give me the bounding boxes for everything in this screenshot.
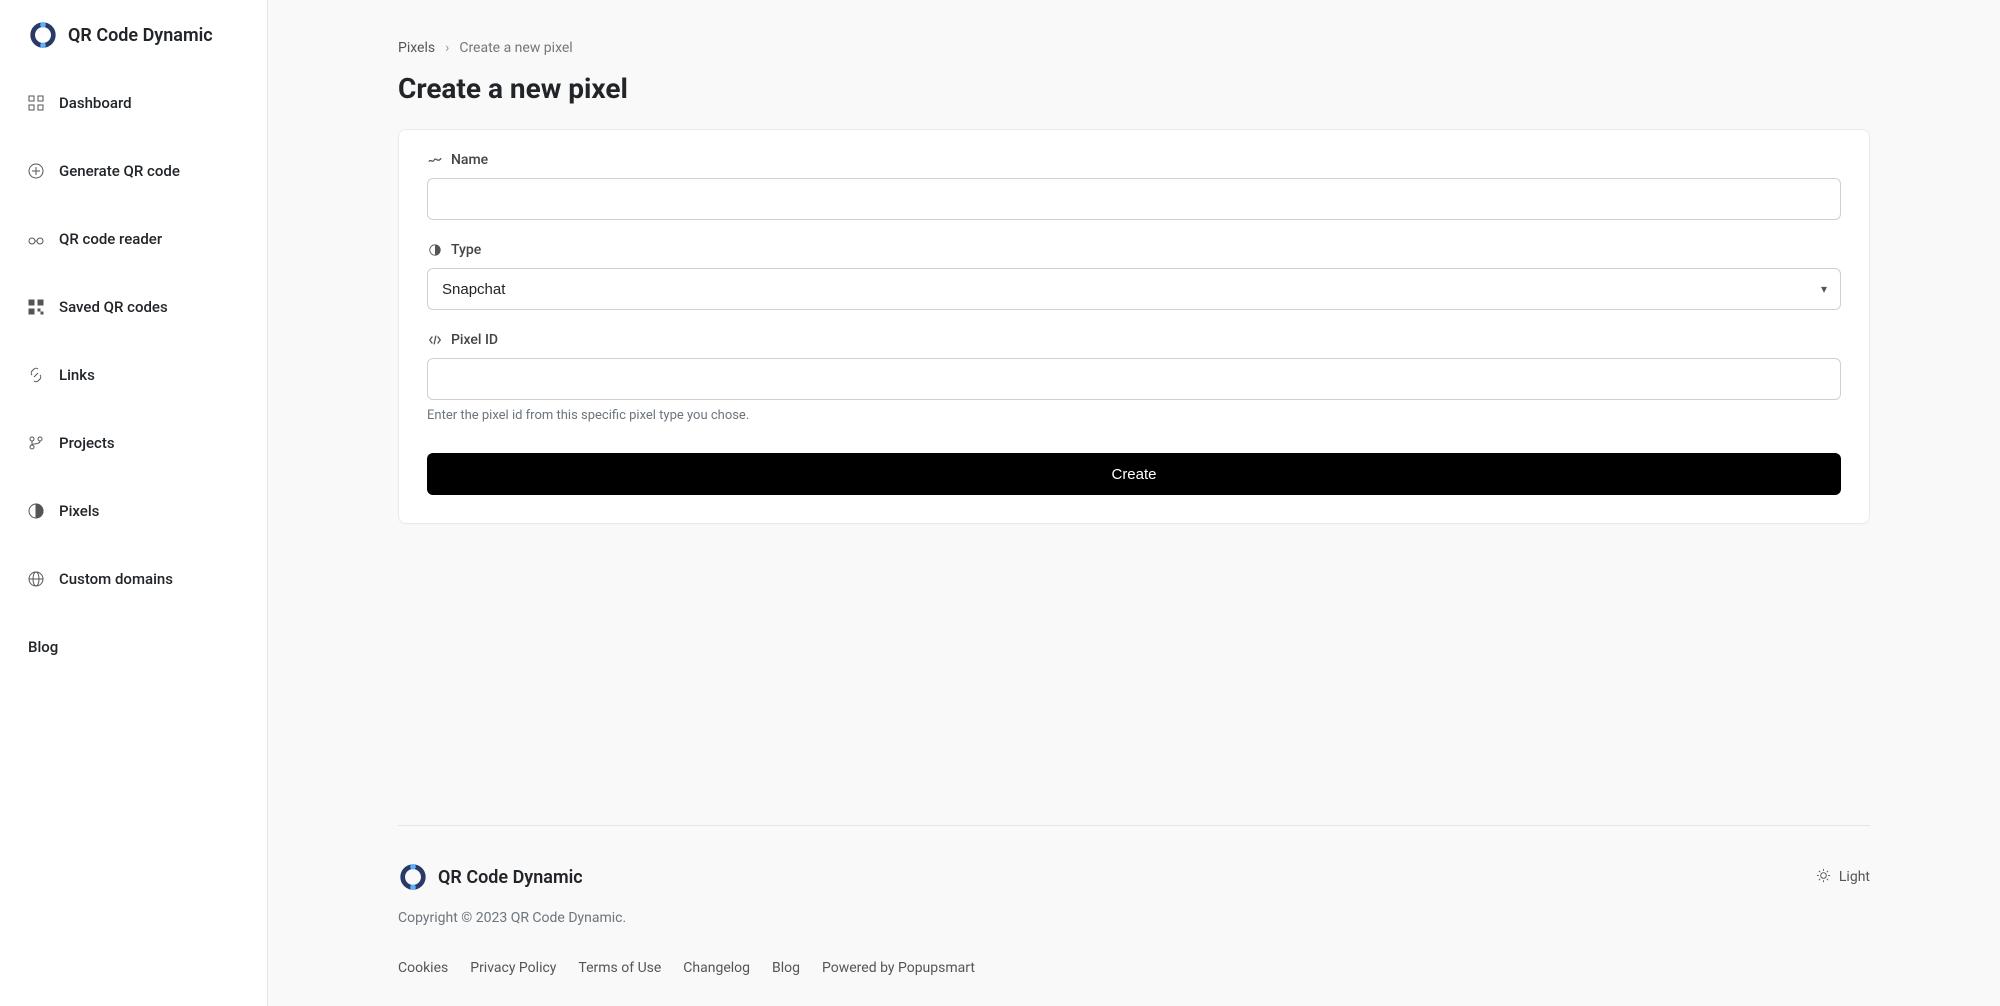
footer-link-cookies[interactable]: Cookies [398,960,448,976]
logo-icon [28,20,58,50]
form-card: Name Type Snapchat ▾ [398,129,1870,524]
page-title: Create a new pixel [398,72,1870,105]
sidebar-item-label: Custom domains [59,570,173,588]
half-circle-icon [427,242,443,258]
label-text: Type [451,242,481,258]
chevron-right-icon: › [445,40,449,56]
logo-icon [398,862,428,892]
sidebar-item-label: Dashboard [59,94,132,112]
link-icon [28,367,44,383]
footer-link-changelog[interactable]: Changelog [683,960,750,976]
main-content: Pixels › Create a new pixel Create a new… [268,0,2000,1006]
name-group: Name [427,152,1841,220]
footer-link-blog[interactable]: Blog [772,960,800,976]
type-label: Type [427,242,1841,258]
footer-logo-text: QR Code Dynamic [438,867,583,888]
sidebar-item-generate-qr[interactable]: Generate QR code [16,148,251,194]
label-text: Name [451,152,488,168]
sidebar-item-projects[interactable]: Projects [16,420,251,466]
half-circle-icon [28,503,44,519]
sidebar-item-label: Generate QR code [59,162,180,180]
theme-toggle[interactable]: Light [1816,868,1870,887]
sidebar-item-label: Saved QR codes [59,298,168,316]
breadcrumb-parent[interactable]: Pixels [398,40,435,56]
logo-text: QR Code Dynamic [68,25,213,46]
sidebar-item-dashboard[interactable]: Dashboard [16,80,251,126]
name-label: Name [427,152,1841,168]
signature-icon [427,152,443,168]
pixel-id-input[interactable] [427,358,1841,400]
qr-icon [28,299,44,315]
pixel-id-group: Pixel ID Enter the pixel id from this sp… [427,332,1841,423]
footer-logo[interactable]: QR Code Dynamic [398,862,583,892]
type-select-wrap: Snapchat ▾ [427,268,1841,310]
glasses-icon [28,231,44,247]
branch-icon [28,435,44,451]
sidebar-item-qr-reader[interactable]: QR code reader [16,216,251,262]
footer-links: Cookies Privacy Policy Terms of Use Chan… [398,960,1870,976]
copyright: Copyright © 2023 QR Code Dynamic. [398,910,1870,926]
footer-top: QR Code Dynamic Light [398,825,1870,892]
sidebar-item-label: Projects [59,434,115,452]
sidebar: QR Code Dynamic Dashboard Generate QR co… [0,0,268,1006]
name-input[interactable] [427,178,1841,220]
label-text: Pixel ID [451,332,498,348]
pixel-id-helper: Enter the pixel id from this specific pi… [427,408,1841,423]
type-group: Type Snapchat ▾ [427,242,1841,310]
plus-circle-icon [28,163,44,179]
footer-link-privacy[interactable]: Privacy Policy [470,960,556,976]
theme-label: Light [1839,869,1870,885]
sidebar-item-custom-domains[interactable]: Custom domains [16,556,251,602]
type-select[interactable]: Snapchat [427,268,1841,310]
sidebar-item-links[interactable]: Links [16,352,251,398]
sun-icon [1816,868,1831,887]
pixel-id-label: Pixel ID [427,332,1841,348]
sidebar-item-pixels[interactable]: Pixels [16,488,251,534]
sidebar-item-label: Links [59,366,95,384]
footer-link-powered-by[interactable]: Powered by Popupsmart [822,960,975,976]
nav-list: Dashboard Generate QR code QR code reade… [0,80,267,670]
breadcrumb-current: Create a new pixel [459,40,572,56]
sidebar-item-label: Blog [28,638,58,656]
footer-link-terms[interactable]: Terms of Use [578,960,661,976]
sidebar-item-blog[interactable]: Blog [16,624,251,670]
create-button[interactable]: Create [427,453,1841,495]
sidebar-item-saved-qr[interactable]: Saved QR codes [16,284,251,330]
footer: QR Code Dynamic Light Copyright © 2023 Q… [398,715,1870,976]
sidebar-item-label: QR code reader [59,230,162,248]
logo[interactable]: QR Code Dynamic [0,20,267,80]
code-icon [427,332,443,348]
globe-icon [28,571,44,587]
sidebar-item-label: Pixels [59,502,99,520]
grid-icon [28,95,44,111]
breadcrumb: Pixels › Create a new pixel [398,40,1870,56]
